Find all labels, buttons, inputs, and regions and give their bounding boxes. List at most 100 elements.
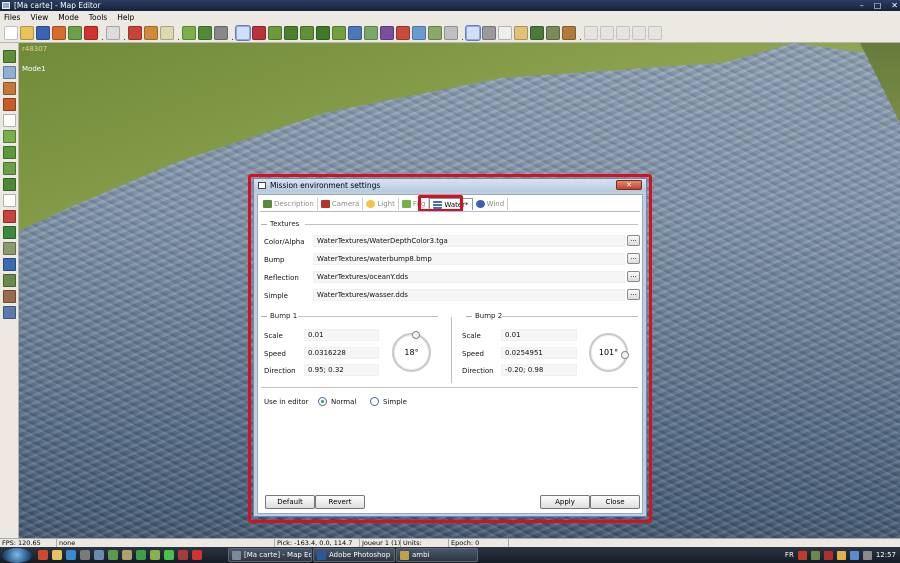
menu-files[interactable]: Files (4, 13, 20, 22)
task-photoshop[interactable]: Adobe Photoshop (313, 548, 395, 562)
menu-mode[interactable]: Mode (58, 13, 78, 22)
water-tool-icon[interactable] (348, 25, 362, 40)
simple-radio[interactable] (370, 397, 379, 406)
waypoint-icon[interactable] (412, 25, 426, 40)
export-icon[interactable] (52, 25, 66, 40)
reflection-browse-button[interactable]: ... (627, 271, 640, 282)
layer-water-icon[interactable] (2, 66, 16, 79)
quicklaunch-icon[interactable] (38, 550, 48, 560)
layer-grid-icon[interactable] (2, 130, 16, 143)
save-icon[interactable] (36, 25, 50, 40)
layer-blank-icon[interactable] (2, 114, 16, 127)
simple-texture-field[interactable]: WaterTextures/wasser.dds (313, 289, 625, 301)
select-pointer-icon[interactable] (235, 24, 251, 41)
layer-props-icon[interactable] (2, 242, 16, 255)
bump-field[interactable]: WaterTextures/waterbump8.bmp (313, 253, 625, 265)
bump2-dial-knob[interactable] (621, 351, 629, 359)
target-icon[interactable] (144, 25, 158, 40)
layer-markers-icon[interactable] (2, 258, 16, 271)
quicklaunch-icon[interactable] (108, 550, 118, 560)
tray-icon[interactable] (797, 550, 807, 560)
network-icon[interactable] (849, 550, 859, 560)
tools-icon[interactable] (562, 25, 576, 40)
document-icon[interactable] (514, 25, 528, 40)
normal-radio-label[interactable]: Normal (331, 398, 356, 406)
quicklaunch-icon[interactable] (150, 550, 160, 560)
menu-help[interactable]: Help (117, 13, 134, 22)
layer-grass-icon[interactable] (2, 162, 16, 175)
tray-icon[interactable] (810, 550, 820, 560)
layer-buildings-icon[interactable] (2, 82, 16, 95)
menu-view[interactable]: View (30, 13, 48, 22)
task-map-editor[interactable]: [Ma carte] - Map Ed... (228, 548, 312, 562)
tray-icon[interactable] (836, 550, 846, 560)
quicklaunch-icon[interactable] (94, 550, 104, 560)
layer-paths-icon[interactable] (2, 274, 16, 287)
tab-wind[interactable]: Wind (473, 198, 509, 210)
unit-icon[interactable] (252, 25, 266, 40)
layer-triggers-icon[interactable] (2, 290, 16, 303)
layer-objects-icon[interactable] (2, 98, 16, 111)
open-folder-icon[interactable] (20, 25, 34, 40)
scenery-icon[interactable] (428, 25, 442, 40)
quicklaunch-icon[interactable] (80, 550, 90, 560)
terrain-flatten-icon[interactable] (198, 25, 212, 40)
clock[interactable]: 12:57 (876, 551, 896, 559)
quicklaunch-icon[interactable] (192, 550, 202, 560)
layer-cameras-icon[interactable] (2, 306, 16, 319)
language-indicator[interactable]: FR (785, 551, 794, 559)
bump-browse-button[interactable]: ... (627, 253, 640, 264)
color-alpha-browse-button[interactable]: ... (627, 235, 640, 246)
layer-units-icon[interactable] (2, 210, 16, 223)
map-settings-icon[interactable] (68, 25, 82, 40)
bump2-scale-field[interactable]: 0.01 (501, 329, 577, 341)
brush-grass-icon[interactable] (284, 25, 298, 40)
close-window-button[interactable]: ✕ (891, 0, 898, 11)
layer-forest-icon[interactable] (2, 178, 16, 191)
quicklaunch-icon[interactable] (66, 550, 76, 560)
apply-button[interactable]: Apply (540, 495, 590, 509)
monitor-icon[interactable] (482, 25, 496, 40)
tab-description[interactable]: Description (260, 198, 318, 210)
terrain-raise-icon[interactable] (182, 25, 196, 40)
palm-icon[interactable] (530, 25, 544, 40)
bump1-dial-knob[interactable] (412, 331, 420, 339)
reflection-field[interactable]: WaterTextures/oceanY.dds (313, 271, 625, 283)
grid-tool-icon[interactable] (444, 25, 458, 40)
simple-texture-browse-button[interactable]: ... (627, 289, 640, 300)
maximize-button[interactable]: □ (874, 0, 882, 11)
forest-icon[interactable] (364, 25, 378, 40)
quicklaunch-icon[interactable] (164, 550, 174, 560)
smooth-icon[interactable] (300, 25, 314, 40)
layer-zones-icon[interactable] (2, 226, 16, 239)
dialog-close-button[interactable]: ✕ (616, 180, 642, 190)
tray-icon[interactable] (823, 550, 833, 560)
layer-blank-icon[interactable] (2, 194, 16, 207)
task-ambi[interactable]: ambi (396, 548, 478, 562)
quicklaunch-icon[interactable] (178, 550, 188, 560)
notes-icon[interactable] (498, 25, 512, 40)
texture-icon[interactable] (316, 25, 330, 40)
color-alpha-field[interactable]: WaterTextures/WaterDepthColor3.tga (313, 235, 625, 247)
menu-tools[interactable]: Tools (89, 13, 107, 22)
paint-brush-icon[interactable] (160, 25, 174, 40)
bump1-direction-dial[interactable]: 18° (392, 333, 431, 372)
default-button[interactable]: Default (265, 495, 315, 509)
layer-terrain-icon[interactable] (2, 50, 16, 63)
bump1-scale-field[interactable]: 0.01 (304, 329, 379, 341)
minimap-icon[interactable] (546, 25, 560, 40)
bump1-direction-field[interactable]: 0.95; 0.32 (304, 364, 379, 376)
undo-icon[interactable] (106, 25, 120, 40)
bump2-direction-field[interactable]: -0.20; 0.98 (501, 364, 577, 376)
bump1-speed-field[interactable]: 0.0316228 (304, 347, 379, 359)
checker-icon[interactable] (214, 25, 228, 40)
new-file-icon[interactable] (4, 25, 18, 40)
layer-vegetation-icon[interactable] (2, 146, 16, 159)
tab-light[interactable]: Light (363, 198, 399, 210)
zone-icon[interactable] (380, 25, 394, 40)
normal-radio[interactable] (318, 397, 327, 406)
volume-icon[interactable] (862, 550, 872, 560)
minimize-button[interactable]: – (860, 0, 864, 11)
quicklaunch-icon[interactable] (52, 550, 62, 560)
quicklaunch-icon[interactable] (136, 550, 146, 560)
